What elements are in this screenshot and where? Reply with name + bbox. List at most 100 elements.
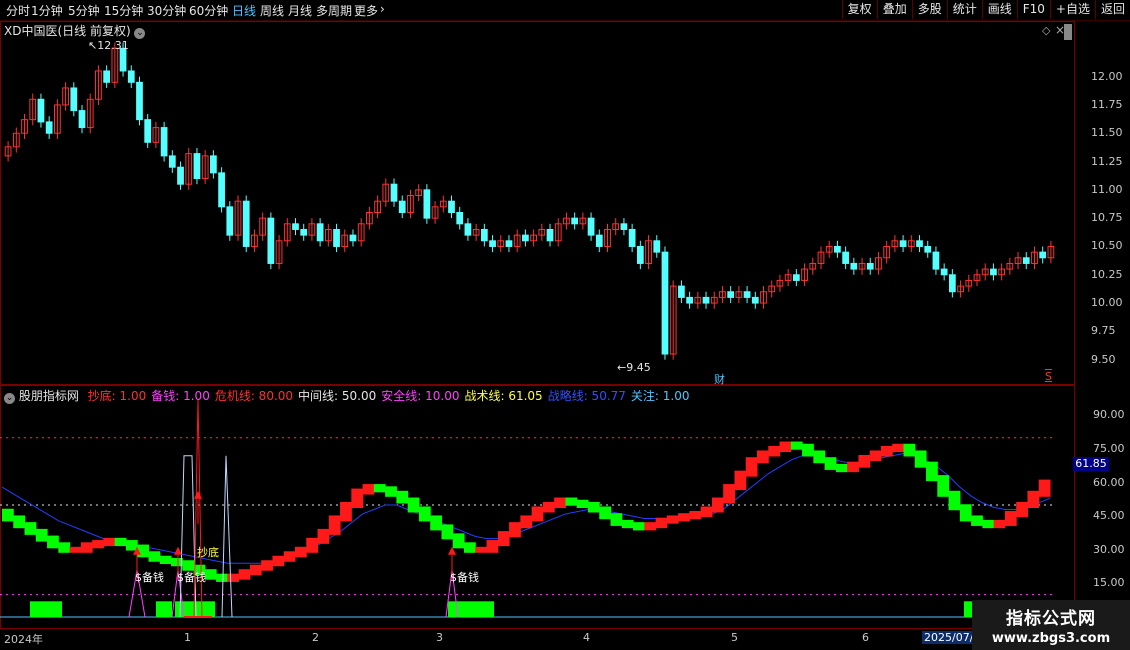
period-tab-3[interactable]: 15分钟 xyxy=(104,2,143,19)
candle-115 xyxy=(948,269,956,298)
candle-83 xyxy=(686,291,693,309)
toolbar-button-7[interactable]: 返回 xyxy=(1094,0,1130,19)
date-label-4: 4 xyxy=(583,631,590,644)
indicator-tick-0: 90.00 xyxy=(1093,408,1125,422)
tactical-segment-61 xyxy=(678,513,690,522)
s-marker[interactable]: S xyxy=(1045,370,1052,383)
watermark-title: 指标公式网 xyxy=(1006,609,1096,629)
period-tab-10[interactable]: 更多 xyxy=(354,2,378,19)
candle-52 xyxy=(431,201,439,224)
period-toolbar: 分时 1分钟 5分钟 15分钟 30分钟 60分钟 日线 周线 月线 多周期 更多 › 复权 叠加 多股统… xyxy=(0,0,1130,21)
toolbar-button-0[interactable]: 复权 xyxy=(841,0,877,19)
white-spike-1 xyxy=(179,455,197,618)
candle-98 xyxy=(809,257,817,275)
toolbar-button-2[interactable]: 多股 xyxy=(911,0,947,19)
candle-85 xyxy=(702,291,710,309)
candle-81 xyxy=(669,280,677,360)
toolbar-button-3[interactable]: 统计 xyxy=(946,0,982,19)
period-tab-1[interactable]: 1分钟 xyxy=(31,2,63,19)
candle-0 xyxy=(4,141,12,162)
tactical-segment-26 xyxy=(283,551,296,562)
candle-28 xyxy=(234,195,242,241)
tactical-segment-50 xyxy=(554,497,566,508)
period-tab-0[interactable]: 分时 xyxy=(6,2,30,19)
tactical-segment-24 xyxy=(261,560,273,571)
tactical-segment-79 xyxy=(880,446,893,457)
tactical-segment-54 xyxy=(599,506,612,520)
tactical-segment-36 xyxy=(396,490,409,504)
indicator-tick-4: 30.00 xyxy=(1093,542,1125,556)
candle-26 xyxy=(218,167,225,213)
tactical-segment-33 xyxy=(362,484,375,495)
chevron-right-icon[interactable]: › xyxy=(380,2,385,16)
candle-16 xyxy=(136,76,143,126)
candle-6 xyxy=(53,99,61,139)
period-tab-5[interactable]: 60分钟 xyxy=(189,2,228,19)
tactical-segment-47 xyxy=(520,515,533,529)
candle-7 xyxy=(62,82,69,111)
tactical-segment-45 xyxy=(497,531,510,547)
candle-94 xyxy=(776,274,784,292)
candle-95 xyxy=(784,269,792,287)
tactical-segment-88 xyxy=(982,519,995,529)
candle-36 xyxy=(300,223,308,241)
tactical-segment-9 xyxy=(92,540,104,549)
tactical-segment-89 xyxy=(993,519,1006,529)
tactical-segment-19 xyxy=(204,569,217,580)
tactical-segment-70 xyxy=(779,441,792,452)
candle-97 xyxy=(801,263,808,287)
tactical-segment-91 xyxy=(1016,502,1028,517)
tactical-segment-65 xyxy=(723,484,735,504)
tactical-segment-11 xyxy=(114,537,127,547)
tactical-segment-25 xyxy=(272,555,285,567)
candle-116 xyxy=(957,280,964,298)
period-tab-9[interactable]: 多周期 xyxy=(316,2,352,19)
candle-69 xyxy=(571,212,579,230)
candle-120 xyxy=(990,263,997,281)
tactical-segment-41 xyxy=(452,533,465,549)
candlestick-chart[interactable] xyxy=(0,21,1075,385)
toolbar-button-1[interactable]: 叠加 xyxy=(876,0,912,19)
tactical-segment-83 xyxy=(926,461,938,482)
period-tab-2[interactable]: 5分钟 xyxy=(68,2,100,19)
tactical-segment-68 xyxy=(757,450,769,464)
toolbar-button-4[interactable]: 画线 xyxy=(981,0,1017,19)
toolbar-button-6[interactable]: +自选 xyxy=(1049,0,1095,19)
candle-111 xyxy=(916,235,923,253)
candle-30 xyxy=(251,229,258,253)
candle-122 xyxy=(1006,257,1014,275)
beiqian-label-1: $备钱 xyxy=(135,571,164,584)
tactical-segment-28 xyxy=(306,537,319,553)
tactical-segment-38 xyxy=(418,506,431,522)
candle-92 xyxy=(760,286,767,309)
candle-44 xyxy=(366,206,373,230)
price-tick-0: 12.00 xyxy=(1091,69,1123,83)
tactical-segment-10 xyxy=(103,537,116,547)
candle-54 xyxy=(448,195,455,219)
candle-100 xyxy=(825,240,833,258)
strategic-line xyxy=(1,452,1051,564)
period-tab-4[interactable]: 30分钟 xyxy=(147,2,186,19)
candle-102 xyxy=(842,246,849,270)
attention-block-0 xyxy=(30,601,62,617)
period-tab-7[interactable]: 周线 xyxy=(260,2,284,19)
price-tick-6: 10.50 xyxy=(1091,239,1123,253)
tactical-segment-22 xyxy=(238,569,251,580)
attention-block-2 xyxy=(175,601,215,617)
tactical-segment-80 xyxy=(892,443,905,452)
period-tab-6[interactable]: 日线 xyxy=(232,2,256,19)
tactical-segment-42 xyxy=(464,542,476,553)
candle-43 xyxy=(357,218,365,247)
period-tab-8[interactable]: 月线 xyxy=(288,2,312,19)
tactical-segment-57 xyxy=(633,522,645,531)
tactical-segment-30 xyxy=(328,515,341,535)
indicator-chart[interactable] xyxy=(0,385,1075,629)
price-tick-10: 9.50 xyxy=(1091,352,1116,366)
tactical-segment-78 xyxy=(869,450,882,461)
tactical-segment-64 xyxy=(711,497,724,513)
tactical-segment-8 xyxy=(80,542,93,553)
toolbar-button-5[interactable]: F10 xyxy=(1016,0,1050,19)
candle-25 xyxy=(210,150,217,179)
beiqian-label-3: $备钱 xyxy=(450,571,479,584)
candle-2 xyxy=(21,113,28,139)
